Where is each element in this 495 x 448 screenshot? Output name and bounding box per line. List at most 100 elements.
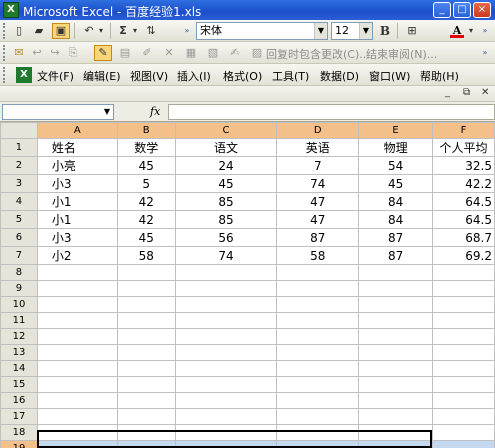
cell-e14[interactable] <box>358 360 433 377</box>
cell-a11[interactable] <box>36 312 118 329</box>
cell-f3[interactable]: 42.2 <box>432 174 495 193</box>
cell-a8[interactable] <box>36 264 118 281</box>
cell-d4[interactable]: 47 <box>276 192 360 211</box>
select-all-corner[interactable] <box>0 122 38 139</box>
excel-doc-icon[interactable]: X <box>16 67 32 83</box>
edit-comment-icon[interactable]: ✐ <box>138 45 156 61</box>
cell-a3[interactable]: 小3 <box>36 174 118 193</box>
cell-f19[interactable] <box>432 440 495 448</box>
show-all-comments-icon[interactable]: ▧ <box>204 45 222 61</box>
cell-d13[interactable] <box>276 344 360 361</box>
cell-e4[interactable]: 84 <box>358 192 433 211</box>
row-header[interactable]: 5 <box>0 210 38 229</box>
doc-minimize-icon[interactable]: _ <box>445 87 450 98</box>
row-header[interactable]: 15 <box>0 376 38 393</box>
menu-data[interactable]: 数据(D) <box>320 68 359 84</box>
delete-comment-icon[interactable]: ✕ <box>160 45 178 61</box>
cell-d3[interactable]: 74 <box>276 174 360 193</box>
doc-restore-icon[interactable]: ⧉ <box>463 87 470 98</box>
cell-b9[interactable] <box>116 280 176 297</box>
end-review-button[interactable]: 结束审阅(N)... <box>366 46 437 62</box>
row-header[interactable]: 13 <box>0 344 38 361</box>
row-header[interactable]: 8 <box>0 264 38 281</box>
formula-input[interactable] <box>168 104 495 120</box>
cell-b4[interactable]: 42 <box>116 192 176 211</box>
open-folder-icon[interactable]: ▰ <box>30 23 48 39</box>
forward-icon[interactable]: ↪ <box>46 45 64 61</box>
cell-c15[interactable] <box>174 376 278 393</box>
row-header[interactable]: 6 <box>0 228 38 247</box>
cell-e8[interactable] <box>358 264 433 281</box>
cell-e10[interactable] <box>358 296 433 313</box>
cell-c19[interactable] <box>174 440 278 448</box>
reply-with-changes-button[interactable]: 回复时包含更改(C)... <box>266 46 370 62</box>
cell-a5[interactable]: 小1 <box>36 210 118 229</box>
attach-icon[interactable]: ⎘ <box>64 45 82 61</box>
cell-f12[interactable] <box>432 328 495 345</box>
font-name-select[interactable]: 宋体 ▼ <box>196 22 328 40</box>
cell-a6[interactable]: 小3 <box>36 228 118 247</box>
menu-tools[interactable]: 工具(T) <box>272 68 309 84</box>
cell-c10[interactable] <box>174 296 278 313</box>
cell-a7[interactable]: 小2 <box>36 246 118 265</box>
cell-a19[interactable] <box>36 440 118 448</box>
maximize-button[interactable]: □ <box>453 2 471 18</box>
cell-f17[interactable] <box>432 408 495 425</box>
menu-insert[interactable]: 插入(I) <box>177 68 211 84</box>
cell-d14[interactable] <box>276 360 360 377</box>
chevron-down-icon[interactable]: ▼ <box>101 105 113 119</box>
cell-d9[interactable] <box>276 280 360 297</box>
cell-b13[interactable] <box>116 344 176 361</box>
track-changes-icon[interactable]: ✎ <box>94 45 112 61</box>
cell-e5[interactable]: 84 <box>358 210 433 229</box>
menu-file[interactable]: 文件(F) <box>37 68 74 84</box>
cell-c4[interactable]: 85 <box>174 192 278 211</box>
cell-b3[interactable]: 5 <box>116 174 176 193</box>
merge-center-icon[interactable]: ⊞ <box>403 23 421 39</box>
comment-icon[interactable]: ▤ <box>116 45 134 61</box>
cell-c6[interactable]: 56 <box>174 228 278 247</box>
cell-d17[interactable] <box>276 408 360 425</box>
highlight-icon[interactable]: ▨ <box>248 45 266 61</box>
toolbar-options-icon[interactable]: » <box>182 23 192 39</box>
cell-f4[interactable]: 64.5 <box>432 192 495 211</box>
cell-b1[interactable]: 数学 <box>116 138 176 157</box>
row-header[interactable]: 3 <box>0 174 38 193</box>
cell-c12[interactable] <box>174 328 278 345</box>
menu-format[interactable]: 格式(O) <box>223 68 262 84</box>
cell-f2[interactable]: 32.5 <box>432 156 495 175</box>
cell-f1[interactable]: 个人平均 <box>432 138 495 157</box>
menu-edit[interactable]: 编辑(E) <box>83 68 121 84</box>
cell-d5[interactable]: 47 <box>276 210 360 229</box>
toolbar-gripper[interactable] <box>3 23 6 39</box>
row-header[interactable]: 9 <box>0 280 38 297</box>
cell-e16[interactable] <box>358 392 433 409</box>
chevron-down-icon[interactable]: ▼ <box>359 23 372 39</box>
cell-e7[interactable]: 87 <box>358 246 433 265</box>
cell-d8[interactable] <box>276 264 360 281</box>
toolbar-options-icon[interactable]: » <box>480 23 490 39</box>
cell-a4[interactable]: 小1 <box>36 192 118 211</box>
cell-d2[interactable]: 7 <box>276 156 360 175</box>
envelope-icon[interactable]: ✉ <box>10 45 28 61</box>
column-header-d[interactable]: D <box>276 122 360 139</box>
cell-b11[interactable] <box>116 312 176 329</box>
cell-c8[interactable] <box>174 264 278 281</box>
cell-a2[interactable]: 小亮 <box>36 156 118 175</box>
cell-e18[interactable] <box>358 424 433 441</box>
insert-function-icon[interactable]: fx <box>150 105 160 118</box>
cell-e19[interactable] <box>358 440 433 448</box>
cell-f15[interactable] <box>432 376 495 393</box>
cell-d12[interactable] <box>276 328 360 345</box>
cell-a10[interactable] <box>36 296 118 313</box>
menu-gripper[interactable] <box>3 67 6 83</box>
cell-d1[interactable]: 英语 <box>276 138 360 157</box>
name-box[interactable]: ▼ <box>2 104 114 120</box>
cell-c5[interactable]: 85 <box>174 210 278 229</box>
cell-e9[interactable] <box>358 280 433 297</box>
menu-window[interactable]: 窗口(W) <box>369 68 410 84</box>
cell-c13[interactable] <box>174 344 278 361</box>
column-header-b[interactable]: B <box>116 122 176 139</box>
cell-c16[interactable] <box>174 392 278 409</box>
cell-a16[interactable] <box>36 392 118 409</box>
